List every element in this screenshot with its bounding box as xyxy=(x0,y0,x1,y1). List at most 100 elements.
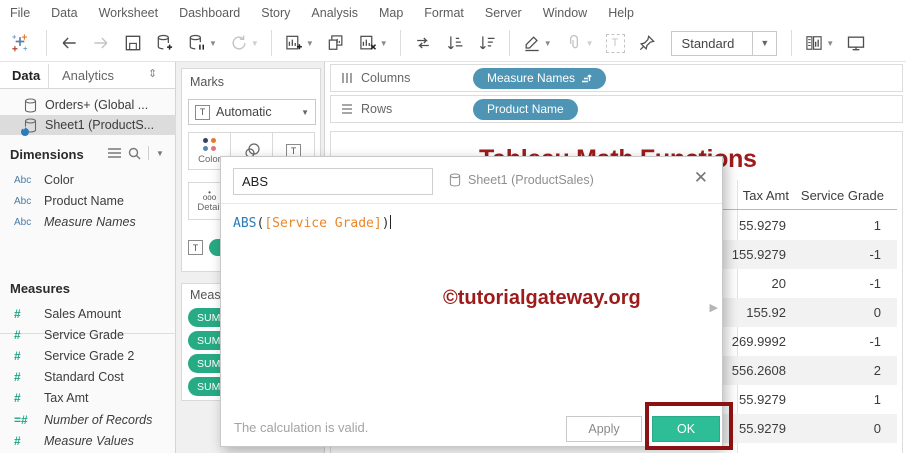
calculated-field-dialog: Sheet1 (ProductSales) ✕ ABS([Service Gra… xyxy=(220,156,723,447)
save-icon[interactable] xyxy=(117,28,149,58)
view-mode-caret-icon[interactable]: ▼ xyxy=(752,30,776,56)
ok-button[interactable]: OK xyxy=(652,416,720,442)
text-mark-icon[interactable]: T xyxy=(188,240,203,255)
cell-service-grade[interactable]: -1 xyxy=(869,247,881,262)
menu-format[interactable]: Format xyxy=(424,6,464,20)
datasource-sheet1[interactable]: Sheet1 (ProductS... xyxy=(0,115,176,136)
menu-worksheet[interactable]: Worksheet xyxy=(99,6,159,20)
columns-shelf[interactable]: Columns Measure Names xyxy=(330,64,903,92)
menu-data[interactable]: Data xyxy=(51,6,77,20)
measure-service-grade-2[interactable]: # Service Grade 2 xyxy=(0,346,176,366)
rows-shelf[interactable]: Rows Product Name xyxy=(330,95,903,123)
menu-analysis[interactable]: Analysis xyxy=(311,6,358,20)
show-me-icon[interactable]: ▼ xyxy=(798,28,840,58)
tableau-logo-icon[interactable] xyxy=(0,28,40,58)
duplicate-sheet-icon[interactable] xyxy=(320,28,352,58)
cell-tax-amt[interactable]: 20 xyxy=(772,276,786,291)
fix-axes-icon[interactable] xyxy=(631,28,663,58)
view-mode-select[interactable]: Standard ▼ xyxy=(670,30,778,56)
field-label: Standard Cost xyxy=(44,370,124,384)
cell-service-grade[interactable]: -1 xyxy=(869,276,881,291)
dimensions-menu-caret-icon[interactable]: ▼ xyxy=(156,149,164,158)
cell-tax-amt[interactable]: 269.9992 xyxy=(732,334,786,349)
pause-updates-icon[interactable]: ▼ xyxy=(181,28,223,58)
string-type-icon: Abc xyxy=(14,174,32,186)
field-label: Measure Names xyxy=(44,215,136,229)
formula-editor[interactable]: ABS([Service Grade]) xyxy=(233,215,391,231)
toolbar-separator xyxy=(270,30,272,56)
measure-number-of-records[interactable]: =# Number of Records xyxy=(0,410,176,430)
calculation-name-input[interactable] xyxy=(233,168,433,195)
measure-measure-values[interactable]: # Measure Values xyxy=(0,431,176,451)
menu-dashboard[interactable]: Dashboard xyxy=(179,6,240,20)
cell-service-grade[interactable]: 0 xyxy=(874,421,881,436)
rows-icon xyxy=(342,104,352,114)
sort-ascending-icon[interactable] xyxy=(439,28,471,58)
cell-tax-amt[interactable]: 556.2608 xyxy=(732,363,786,378)
columns-pill-measure-names[interactable]: Measure Names xyxy=(473,67,607,89)
column-header-service-grade[interactable]: Service Grade xyxy=(801,188,884,203)
field-label: Measure Values xyxy=(44,434,134,448)
pane-tabs: Data Analytics ⇕ xyxy=(0,62,175,89)
menu-file[interactable]: File xyxy=(10,6,30,20)
sort-descending-icon[interactable] xyxy=(471,28,503,58)
swap-axes-icon[interactable] xyxy=(407,28,439,58)
tableau-window: File Data Worksheet Dashboard Story Anal… xyxy=(0,0,906,453)
dimension-product-name[interactable]: Abc Product Name xyxy=(0,191,176,211)
tab-data[interactable]: Data xyxy=(12,68,40,83)
search-icon[interactable] xyxy=(128,147,141,160)
cell-tax-amt[interactable]: 55.9279 xyxy=(739,421,786,436)
group-members-icon[interactable]: ▼ xyxy=(558,28,600,58)
dimension-color[interactable]: Abc Color xyxy=(0,170,176,190)
view-list-icon[interactable] xyxy=(108,147,121,159)
tab-analytics[interactable]: Analytics xyxy=(62,68,114,83)
menu-window[interactable]: Window xyxy=(543,6,587,20)
measure-tax-amt[interactable]: # Tax Amt xyxy=(0,388,176,408)
undo-icon[interactable] xyxy=(53,28,85,58)
string-type-icon: Abc xyxy=(14,216,32,228)
menu-server[interactable]: Server xyxy=(485,6,522,20)
calculated-number-type-icon: =# xyxy=(14,413,28,427)
measure-standard-cost[interactable]: # Standard Cost xyxy=(0,367,176,387)
pane-collapse-icon[interactable]: ⇕ xyxy=(148,67,157,80)
menu-help[interactable]: Help xyxy=(608,6,634,20)
active-datasource-check-icon xyxy=(21,125,29,136)
cell-service-grade[interactable]: 1 xyxy=(874,218,881,233)
presentation-mode-icon[interactable] xyxy=(840,28,872,58)
cell-tax-amt[interactable]: 55.9279 xyxy=(739,218,786,233)
expand-functions-arrow-icon[interactable]: ▶ xyxy=(710,301,718,314)
cell-service-grade[interactable]: 1 xyxy=(874,392,881,407)
rows-pill-product-name[interactable]: Product Name xyxy=(473,98,578,120)
toolbar-separator xyxy=(399,30,401,56)
number-type-icon: # xyxy=(14,349,21,363)
new-datasource-icon[interactable] xyxy=(149,28,181,58)
dimension-measure-names[interactable]: Abc Measure Names xyxy=(0,212,176,232)
apply-button[interactable]: Apply xyxy=(566,416,642,442)
refresh-icon[interactable]: ▼ xyxy=(223,28,265,58)
cell-tax-amt[interactable]: 155.92 xyxy=(746,305,786,320)
mark-type-dropdown[interactable]: T Automatic ▼ xyxy=(188,99,316,125)
cell-service-grade[interactable]: -1 xyxy=(869,334,881,349)
cell-service-grade[interactable]: 2 xyxy=(874,363,881,378)
toolbar-separator xyxy=(791,30,793,56)
measure-sales-amount[interactable]: # Sales Amount xyxy=(0,304,176,324)
menu-story[interactable]: Story xyxy=(261,6,290,20)
pill-label: Product Name xyxy=(487,102,564,116)
pill-label: SUM xyxy=(197,380,221,393)
menu-map[interactable]: Map xyxy=(379,6,403,20)
column-header-tax-amt[interactable]: Tax Amt xyxy=(743,188,789,203)
detail-label: Detail xyxy=(197,201,222,213)
highlight-icon[interactable]: ▼ xyxy=(516,28,558,58)
new-worksheet-icon[interactable]: ▼ xyxy=(278,28,320,58)
cell-service-grade[interactable]: 0 xyxy=(874,305,881,320)
cell-tax-amt[interactable]: 55.9279 xyxy=(739,392,786,407)
clear-sheet-icon[interactable]: ▼ xyxy=(352,28,394,58)
cell-tax-amt[interactable]: 155.9279 xyxy=(732,247,786,262)
close-icon[interactable]: ✕ xyxy=(694,169,708,186)
redo-icon[interactable] xyxy=(85,28,117,58)
datasource-orders[interactable]: Orders+ (Global ... xyxy=(0,95,176,115)
measure-service-grade[interactable]: # Service Grade xyxy=(0,325,176,345)
formula-function: ABS xyxy=(233,216,257,231)
marks-title: Marks xyxy=(190,75,225,89)
show-mark-labels-icon[interactable]: T xyxy=(600,28,631,58)
